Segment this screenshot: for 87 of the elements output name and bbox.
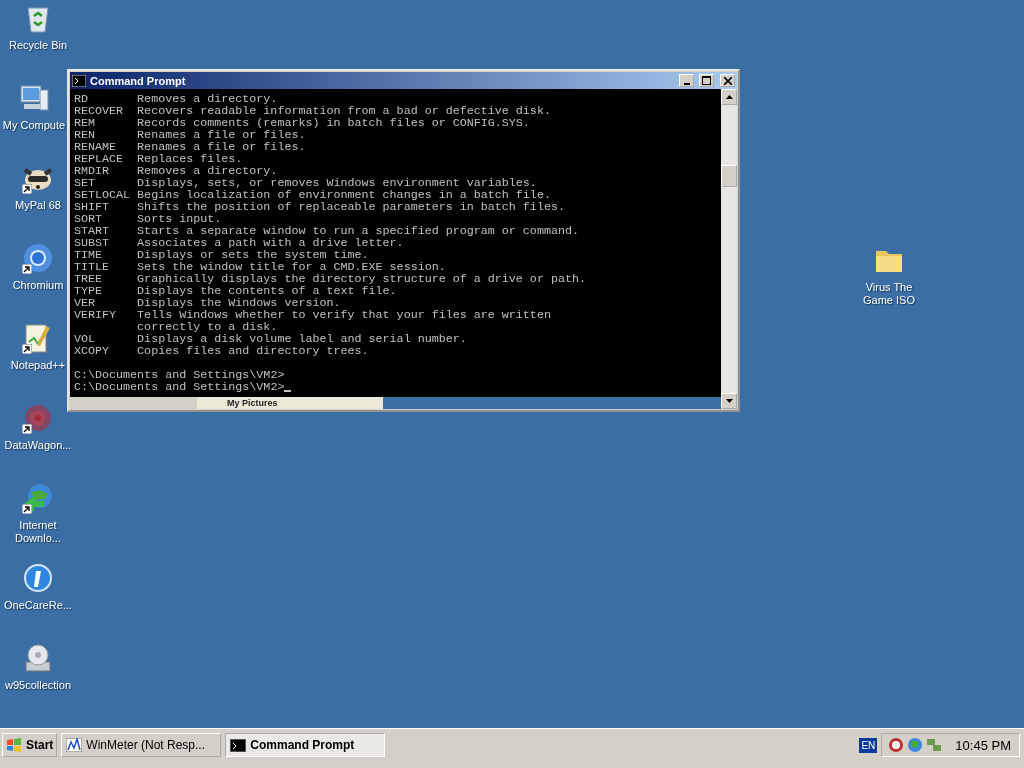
command-name: XCOPY [74, 345, 111, 357]
command-name: TITLE [74, 261, 111, 273]
windows-logo [6, 738, 22, 752]
command-name: REN [74, 129, 97, 141]
command-description: Begins localization of environment changes in a batch file. [137, 189, 552, 201]
command-name: SUBST [74, 237, 111, 249]
command-name: REM [74, 117, 97, 129]
command-description: correctly to a disk. [137, 321, 279, 333]
command-description: Records comments (remarks) in batch files or CONFIG.SYS. [137, 117, 531, 129]
chart-icon [66, 738, 83, 752]
command-name: SHIFT [74, 201, 111, 213]
command-description: Removes a directory. [137, 165, 279, 177]
command-description: Copies files and directory trees. [137, 345, 370, 357]
icon-label[interactable]: Recycle Bin [8, 39, 68, 52]
start-button[interactable]: Start [2, 733, 58, 757]
shield-icon[interactable] [888, 737, 905, 753]
scrollbar[interactable] [721, 89, 737, 409]
command-name: SET [74, 177, 97, 189]
language-indicator[interactable]: EN [859, 738, 878, 753]
disc-drive-icon [22, 642, 54, 674]
command-name: RENAME [74, 141, 118, 153]
taskbar-button[interactable]: WinMeter (Not Resp... [61, 733, 222, 757]
icon-label[interactable]: My Compute [2, 119, 66, 132]
command-name: SETLOCAL [74, 189, 132, 201]
command-description: Renames a file or files. [137, 129, 307, 141]
command-name: SORT [74, 213, 104, 225]
text-cursor [284, 390, 292, 392]
info-icon [22, 562, 54, 594]
console-icon [72, 74, 86, 87]
command-description: Associates a path with a drive letter. [137, 237, 405, 249]
globe-icon [22, 482, 54, 514]
command-name: TYPE [74, 285, 104, 297]
command-name: RD [74, 93, 90, 105]
scroll-thumb[interactable] [721, 165, 737, 187]
command-name: START [74, 225, 111, 237]
command-description: Shifts the position of replaceable parameters in batch files. [137, 201, 566, 213]
command-description: Replaces files. [137, 153, 244, 165]
command-description: Recovers readable information from a bad or defective disk. [137, 105, 552, 117]
command-name: RECOVER [74, 105, 125, 117]
icon-label[interactable]: Internet Downlo... [0, 519, 77, 545]
down-arrow-icon [725, 399, 733, 403]
command-prompt: C:\Documents and Settings\VM2> [74, 381, 285, 393]
browser-icon [22, 242, 54, 274]
command-description: Removes a directory. [137, 93, 279, 105]
taskbar-button[interactable]: Command Prompt [225, 733, 386, 757]
console-icon [230, 738, 247, 752]
command-name: VER [74, 297, 97, 309]
icon-label[interactable]: OneCareRe... [4, 599, 72, 612]
icon-label[interactable]: Notepad++ [10, 359, 66, 372]
command-name: REPLACE [74, 153, 125, 165]
command-name: TREE [74, 273, 104, 285]
icon-label[interactable]: MyPal 68 [15, 199, 61, 212]
minimize-icon [683, 82, 690, 85]
window-title: Command Prompt [90, 74, 186, 87]
close-button[interactable] [720, 74, 735, 87]
command-prompt: C:\Documents and Settings\VM2> [74, 369, 285, 381]
icon-label[interactable]: w95collection [4, 679, 71, 692]
icon-label[interactable]: DataWagon... [4, 439, 72, 452]
folder-label: My Pictures [227, 398, 278, 408]
target-icon [22, 402, 54, 434]
icon-label[interactable]: Virus The Game ISO [850, 281, 928, 307]
command-description: Graphically displays the directory structure of a drive or path. [137, 273, 587, 285]
command-description: Displays or sets the system time. [137, 249, 370, 261]
command-description: Sets the window title for a CMD.EXE session. [137, 261, 447, 273]
command-description: Sorts input. [137, 213, 223, 225]
maximize-button[interactable] [699, 74, 714, 87]
scroll-down-button[interactable] [721, 393, 737, 409]
minimize-button[interactable] [679, 74, 694, 87]
clock[interactable]: 10:45 PM [955, 737, 1011, 753]
command-description: Displays the Windows version. [137, 297, 342, 309]
computer-icon [18, 82, 50, 114]
command-description: Renames a file or files. [137, 141, 307, 153]
command-description: Tells Windows whether to verify that your files are written [137, 309, 552, 321]
command-description: Displays, sets, or removes Windows environment variables. [137, 177, 538, 189]
command-description: Displays the contents of a text file. [137, 285, 398, 297]
command-name: RMDIR [74, 165, 111, 177]
up-arrow-icon [725, 95, 733, 99]
command-name: VERIFY [74, 309, 118, 321]
command-name: TIME [74, 249, 104, 261]
command-description: Displays a disk volume label and serial number. [137, 333, 468, 345]
maximize-icon [702, 76, 711, 85]
close-icon [723, 76, 732, 85]
icon-label[interactable]: Chromium [12, 279, 64, 292]
command-name: VOL [74, 333, 97, 345]
scroll-up-button[interactable] [721, 89, 737, 105]
command-description: Starts a separate window to run a specified program or command. [137, 225, 580, 237]
desktop-icon[interactable] [22, 402, 54, 434]
